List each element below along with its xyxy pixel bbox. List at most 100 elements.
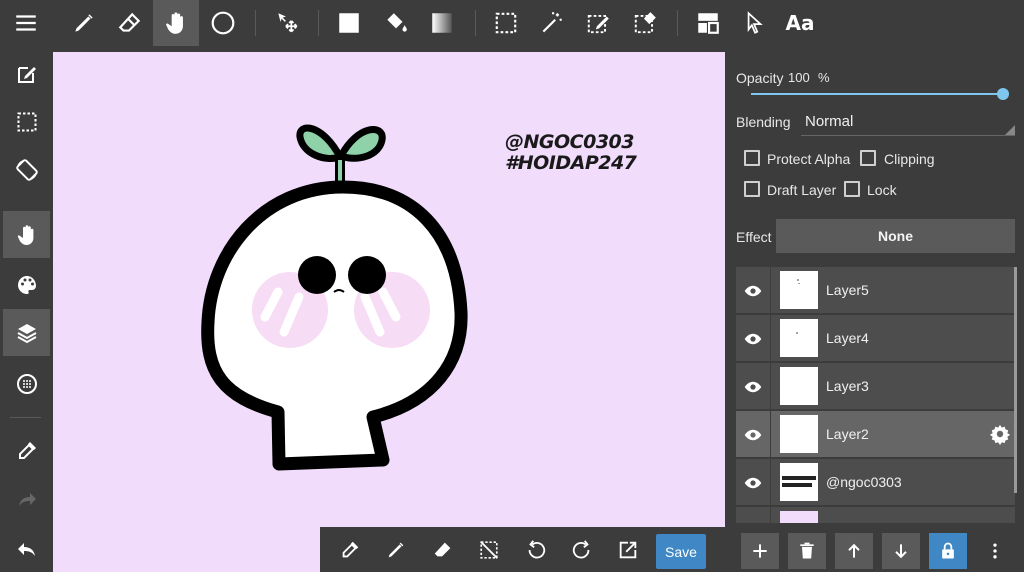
layer-row[interactable]: Layer4 <box>736 315 1015 362</box>
visibility-toggle[interactable] <box>736 315 771 362</box>
fill-rect-tool-button[interactable] <box>326 0 372 46</box>
layer-thumbnail <box>780 319 818 357</box>
layer-row[interactable]: Layer5 <box>736 267 1015 314</box>
circle-icon <box>211 11 235 35</box>
layer-name: Layer3 <box>826 378 869 394</box>
lock-layer-button[interactable] <box>929 533 967 569</box>
paint-bucket-icon <box>387 13 407 32</box>
more-options-button[interactable] <box>980 533 1010 569</box>
hamburger-menu-icon <box>16 15 36 31</box>
edit-canvas-button[interactable] <box>3 50 50 97</box>
dotted-selection-icon <box>17 112 36 131</box>
selection-pen-icon <box>587 14 609 34</box>
pen-quick-button[interactable] <box>379 533 413 567</box>
rotate-screen-icon <box>15 158 38 181</box>
toolbar-divider <box>475 10 476 36</box>
protect-alpha-label: Protect Alpha <box>767 151 851 167</box>
opacity-slider-track[interactable] <box>751 93 1003 95</box>
select-tool-button[interactable] <box>483 0 529 46</box>
move-tool-button[interactable] <box>264 0 310 46</box>
redo-button[interactable] <box>3 476 50 523</box>
layer-name: Layer5 <box>826 282 869 298</box>
color-palette-button[interactable] <box>3 261 50 308</box>
layer-thumbnail <box>780 271 818 309</box>
gear-icon[interactable] <box>989 423 1011 445</box>
layer-thumbnail <box>780 415 818 453</box>
text-tool-button[interactable]: Aa <box>777 0 823 46</box>
gradient-tool-button[interactable] <box>419 0 465 46</box>
blending-mode-select[interactable]: Normal <box>805 113 853 130</box>
share-button[interactable] <box>611 533 645 567</box>
rotate-right-button[interactable] <box>565 533 599 567</box>
add-layer-button[interactable] <box>741 533 779 569</box>
delete-layer-button[interactable] <box>788 533 826 569</box>
layers-button[interactable] <box>3 309 50 356</box>
eraser-quick-button[interactable] <box>426 533 460 567</box>
layer-panel: Opacity 100 % Blending Normal Protect Al… <box>725 47 1024 572</box>
draft-layer-checkbox[interactable] <box>744 181 760 197</box>
visibility-toggle[interactable] <box>736 459 771 506</box>
layers-icon <box>17 323 36 343</box>
pencil-icon <box>75 14 93 32</box>
select-pen-tool-button[interactable] <box>575 0 621 46</box>
pen-tool-button[interactable] <box>61 0 107 46</box>
layer-row[interactable]: Layer3 <box>736 363 1015 410</box>
bucket-tool-button[interactable] <box>373 0 419 46</box>
eyedropper-button[interactable] <box>3 427 50 474</box>
deselect-button[interactable] <box>472 533 506 567</box>
save-button[interactable]: Save <box>656 534 706 569</box>
layer-row[interactable] <box>736 507 1015 523</box>
effect-label: Effect <box>736 229 772 245</box>
trash-icon <box>800 542 814 559</box>
redo-arrow-icon <box>18 492 36 506</box>
open-external-icon <box>619 541 637 559</box>
eraser-icon <box>434 542 451 557</box>
protect-alpha-checkbox[interactable] <box>744 150 760 166</box>
hand-button[interactable] <box>3 211 50 258</box>
menu-button[interactable] <box>3 0 49 46</box>
drawing-canvas[interactable]: @NGOC0303 #HOIDAP247 <box>53 52 725 572</box>
filled-square-icon <box>339 13 359 33</box>
eye-icon <box>744 429 762 440</box>
move-layer-up-button[interactable] <box>835 533 873 569</box>
toolbar-divider <box>10 417 41 418</box>
magic-wand-tool-button[interactable] <box>529 0 575 46</box>
move-arrows-icon <box>278 13 298 33</box>
shape-tool-button[interactable] <box>200 0 246 46</box>
eye-icon <box>744 477 762 488</box>
edit-square-icon <box>17 66 36 83</box>
divide-frame-tool-button[interactable] <box>685 0 731 46</box>
operation-tool-button[interactable] <box>731 0 777 46</box>
opacity-slider-handle[interactable] <box>997 88 1009 100</box>
rotate-left-button[interactable] <box>519 533 553 567</box>
eraser-tool-button[interactable] <box>107 0 153 46</box>
layer-list-scrollbar[interactable] <box>1014 267 1017 493</box>
layer-thumbnail <box>780 367 818 405</box>
effect-select-button[interactable]: None <box>776 219 1015 253</box>
layer-name: @ngoc0303 <box>826 474 902 490</box>
visibility-toggle[interactable] <box>736 363 771 410</box>
visibility-toggle[interactable] <box>736 411 771 458</box>
select-eraser-tool-button[interactable] <box>622 0 668 46</box>
layer-name: Layer2 <box>826 426 869 442</box>
visibility-toggle[interactable] <box>736 507 771 523</box>
selection-button[interactable] <box>3 98 50 145</box>
clipping-checkbox[interactable] <box>860 150 876 166</box>
visibility-toggle[interactable] <box>736 267 771 314</box>
undo-button[interactable] <box>3 526 50 572</box>
layer-row[interactable]: @ngoc0303 <box>736 459 1015 506</box>
plus-icon <box>753 544 767 558</box>
layer-row-selected[interactable]: Layer2 <box>736 411 1015 458</box>
dropdown-corner-icon <box>1005 125 1015 135</box>
medibang-app: Aa @NGOC0303 #HOIDAP247 Save Opacity 100… <box>0 0 1024 572</box>
move-layer-down-button[interactable] <box>882 533 920 569</box>
hand-icon <box>17 224 33 245</box>
gradient-icon <box>432 13 452 33</box>
brush-settings-button[interactable] <box>3 360 50 407</box>
rotate-canvas-button[interactable] <box>3 146 50 193</box>
lock-checkbox[interactable] <box>844 181 860 197</box>
hand-tool-button[interactable] <box>153 0 199 46</box>
opacity-label: Opacity <box>736 70 784 86</box>
eyedropper-quick-button[interactable] <box>333 533 367 567</box>
text-tool-label: Aa <box>785 11 815 35</box>
